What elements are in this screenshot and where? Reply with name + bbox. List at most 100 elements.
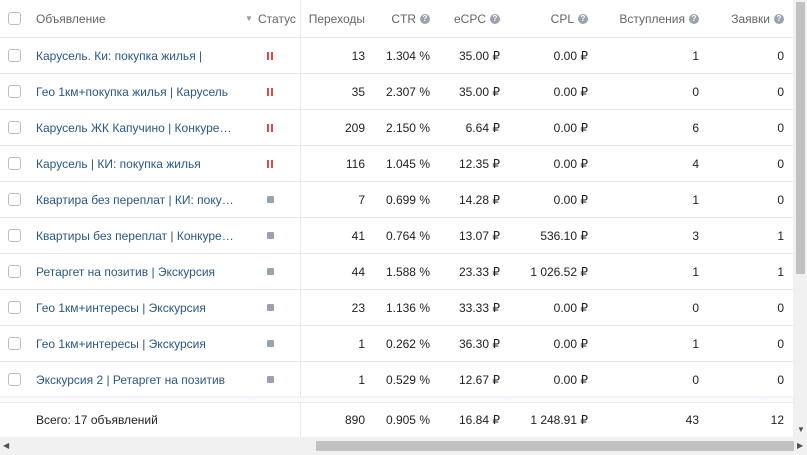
ecpc-cell: 35.00 ₽ (459, 48, 500, 63)
sort-desc-icon[interactable]: ▼ (244, 0, 254, 37)
total-requests: 12 (770, 413, 784, 427)
row-checkbox[interactable] (8, 85, 21, 98)
table-row[interactable]: Экскурсия 2 | Ретаргет на позитив 1 0.529 … (0, 362, 793, 398)
pause-icon[interactable] (267, 159, 273, 168)
status-cell (256, 182, 284, 217)
col-status[interactable]: Статус (258, 0, 300, 37)
col-requests-label: Заявки (731, 11, 770, 26)
row-checkbox-cell[interactable] (8, 146, 22, 181)
ad-name-link[interactable]: Гео 1км+покупка жилья | Карусель (36, 85, 228, 99)
clicks-cell: 116 (345, 156, 365, 171)
row-checkbox[interactable] (8, 265, 21, 278)
col-ad[interactable]: Объявление (36, 0, 236, 37)
col-requests[interactable]: Заявки? (699, 0, 784, 37)
ecpc-cell: 12.35 ₽ (459, 156, 500, 171)
help-icon[interactable]: ? (420, 13, 430, 24)
scroll-down-icon[interactable]: ▼ (797, 425, 805, 435)
row-checkbox[interactable] (8, 193, 21, 206)
table-row[interactable]: Карусель ЖК Капучино | Конкуренты 209 2.15… (0, 110, 793, 146)
stop-icon[interactable] (266, 376, 274, 383)
col-ctr[interactable]: CTR? (365, 0, 430, 37)
row-checkbox[interactable] (8, 337, 21, 350)
col-cpl[interactable]: CPL? (500, 0, 588, 37)
joins-cell: 4 (692, 156, 699, 171)
help-icon[interactable]: ? (578, 13, 588, 24)
row-checkbox[interactable] (8, 301, 21, 314)
select-all-checkbox-cell[interactable] (8, 0, 22, 37)
horizontal-scroll-thumb[interactable] (316, 441, 794, 451)
stop-icon[interactable] (266, 232, 274, 239)
ad-name-cell: Карусель | КИ: покупка жилья (36, 146, 236, 181)
row-checkbox-cell[interactable] (8, 38, 22, 73)
ecpc-cell: 6.64 ₽ (465, 120, 500, 135)
help-icon[interactable]: ? (490, 13, 500, 24)
pause-icon[interactable] (267, 51, 273, 60)
ad-name-link[interactable]: Экскурсия 2 | Ретаргет на позитив (36, 373, 225, 387)
select-all-checkbox[interactable] (8, 12, 21, 25)
row-checkbox[interactable] (8, 157, 21, 170)
ad-name-link[interactable]: Карусель. Ки: покупка жилья | (36, 49, 202, 63)
cpl-cell: 1 026.52 ₽ (530, 264, 588, 279)
row-checkbox[interactable] (8, 229, 21, 242)
requests-cell: 0 (777, 120, 784, 135)
table-row[interactable]: Гео 1км+интересы | Экскурсия 1 0.262 % 36.3… (0, 326, 793, 362)
ad-name-link[interactable]: Карусель | КИ: покупка жилья (36, 157, 201, 171)
scroll-right-icon[interactable]: ▶ (797, 441, 803, 451)
ad-name-cell: Карусель ЖК Капучино | Конкуренты (36, 110, 236, 145)
col-ecpc-label: eCPC (453, 11, 486, 26)
stop-icon[interactable] (266, 304, 274, 311)
row-checkbox-cell[interactable] (8, 74, 22, 109)
clicks-cell: 13 (351, 48, 365, 63)
row-checkbox-cell[interactable] (8, 254, 22, 289)
ctr-cell: 0.699 % (385, 192, 430, 207)
total-ecpc: 16.84 ₽ (459, 413, 500, 427)
row-checkbox-cell[interactable] (8, 290, 22, 325)
table-row[interactable]: Гео 1км+интересы | Экскурсия 23 1.136 % 33.… (0, 290, 793, 326)
cpl-cell: 0.00 ₽ (553, 84, 588, 99)
row-checkbox[interactable] (8, 49, 21, 62)
table-row[interactable]: Карусель. Ки: покупка жилья | 13 1.304 % 35… (0, 38, 793, 74)
ecpc-cell: 33.33 ₽ (459, 300, 500, 315)
stop-icon[interactable] (266, 196, 274, 203)
table-row[interactable]: Карусель | КИ: покупка жилья 116 1.045 % 12… (0, 146, 793, 182)
joins-cell: 1 (692, 192, 699, 207)
pause-icon[interactable] (267, 123, 273, 132)
ad-name-link[interactable]: Квартиры без переплат | Конкуренты (36, 229, 236, 243)
ctr-cell: 0.529 % (385, 372, 430, 387)
help-icon[interactable]: ? (774, 13, 784, 24)
total-label: Всего: 17 объявлений (36, 413, 158, 427)
scroll-left-icon[interactable]: ◀ (3, 441, 9, 451)
joins-cell: 1 (692, 264, 699, 279)
col-ecpc[interactable]: eCPC? (430, 0, 500, 37)
status-cell (256, 326, 284, 361)
requests-cell: 0 (777, 336, 784, 351)
ad-name-link[interactable]: Ретаргет на позитив | Экскурсия (36, 265, 215, 279)
table-row[interactable]: Квартира без переплат | КИ: покупк... 7 0.… (0, 182, 793, 218)
col-joins[interactable]: Вступления? (588, 0, 699, 37)
row-checkbox[interactable] (8, 121, 21, 134)
table-row[interactable]: Ретаргет на позитив | Экскурсия 44 1.588 %… (0, 254, 793, 290)
total-row: Всего: 17 объявлений 890 0.905 % 16.84 ₽… (0, 402, 793, 437)
row-checkbox-cell[interactable] (8, 218, 22, 253)
help-icon[interactable]: ? (689, 13, 699, 24)
row-checkbox-cell[interactable] (8, 362, 22, 397)
row-checkbox-cell[interactable] (8, 326, 22, 361)
ctr-cell: 0.764 % (385, 228, 430, 243)
stop-icon[interactable] (266, 340, 274, 347)
row-checkbox-cell[interactable] (8, 182, 22, 217)
row-checkbox-cell[interactable] (8, 110, 22, 145)
cpl-cell: 0.00 ₽ (553, 372, 588, 387)
table-row[interactable]: Квартиры без переплат | Конкуренты 41 0.76… (0, 218, 793, 254)
sort-arrow-glyph: ▼ (245, 14, 253, 23)
ctr-cell: 1.304 % (385, 48, 430, 63)
row-checkbox[interactable] (8, 373, 21, 386)
vertical-scroll-thumb[interactable] (796, 2, 805, 274)
ad-name-link[interactable]: Квартира без переплат | КИ: покупк... (36, 193, 236, 207)
ad-name-link[interactable]: Гео 1км+интересы | Экскурсия (36, 301, 206, 315)
col-clicks[interactable]: Переходы (300, 0, 365, 37)
ad-name-link[interactable]: Карусель ЖК Капучино | Конкуренты (36, 121, 236, 135)
ad-name-link[interactable]: Гео 1км+интересы | Экскурсия (36, 337, 206, 351)
pause-icon[interactable] (267, 87, 273, 96)
table-row[interactable]: Гео 1км+покупка жилья | Карусель 35 2.307 … (0, 74, 793, 110)
stop-icon[interactable] (266, 268, 274, 275)
